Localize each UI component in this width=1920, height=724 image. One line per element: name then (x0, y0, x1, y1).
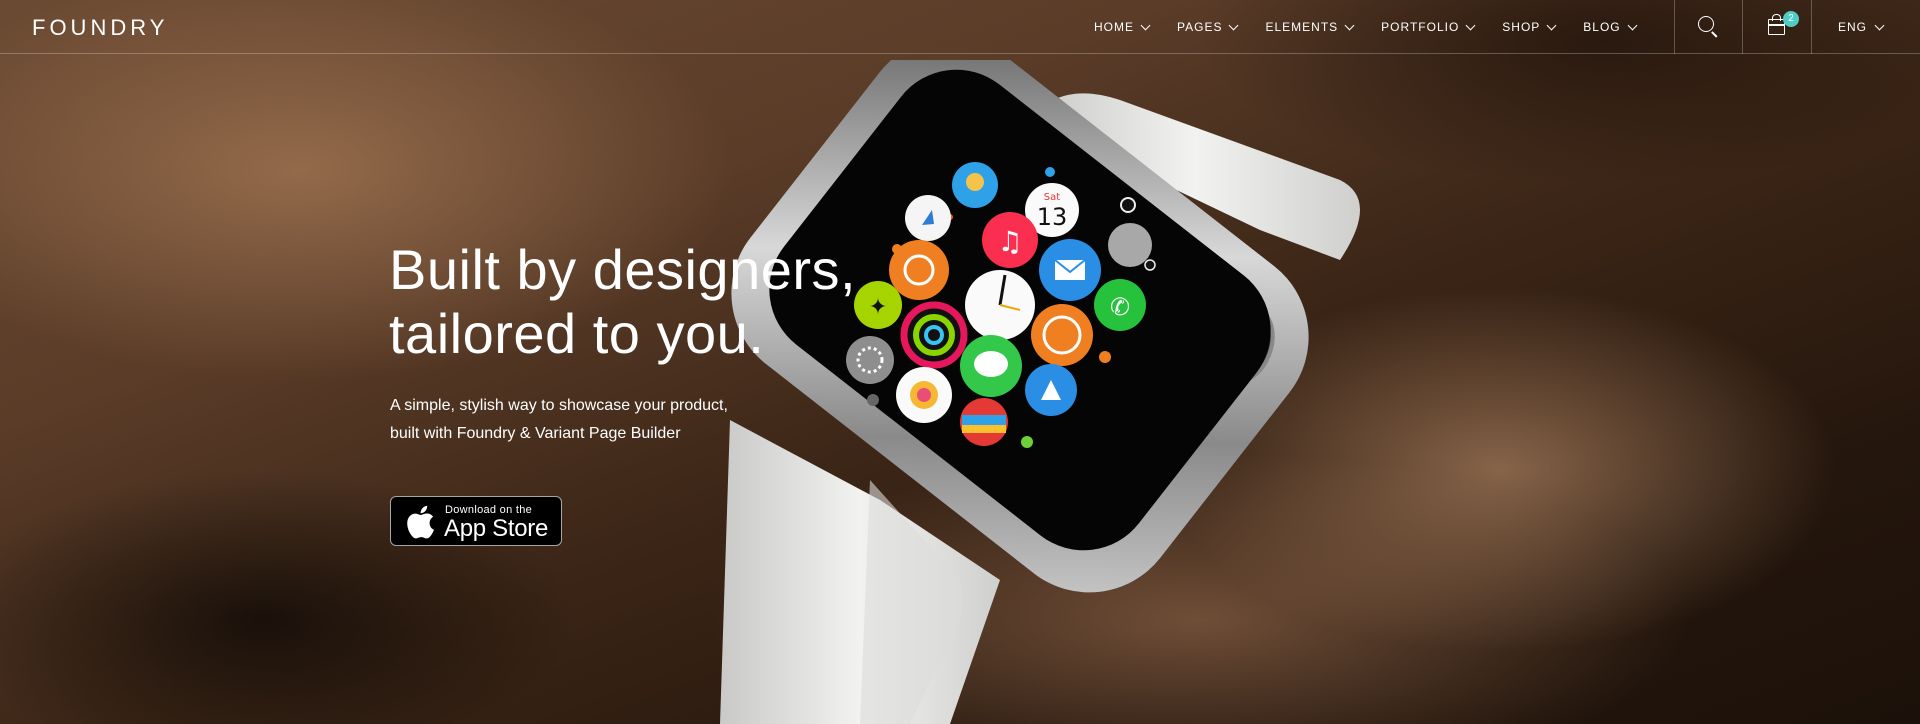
nav-item-label: HOME (1094, 20, 1134, 34)
search-button[interactable] (1674, 0, 1742, 54)
nav-item-home[interactable]: HOME (1094, 20, 1151, 34)
search-icon-handle (1711, 31, 1718, 38)
apple-logo-icon (407, 505, 434, 539)
hero-headline: Built by designers, tailored to you. (389, 238, 909, 366)
cart-count-badge: 2 (1783, 11, 1799, 27)
cart-button[interactable]: 2 (1743, 0, 1811, 54)
app-store-button[interactable]: Download on the App Store (390, 496, 562, 546)
nav-divider (1811, 0, 1812, 54)
nav-item-shop[interactable]: SHOP (1502, 20, 1557, 34)
chevron-down-icon (1229, 20, 1239, 30)
svg-text:13: 13 (1037, 203, 1068, 231)
nav-item-pages[interactable]: PAGES (1177, 20, 1239, 34)
hero-subtext: A simple, stylish way to showcase your p… (390, 392, 810, 448)
nav-item-label: PORTFOLIO (1381, 20, 1460, 34)
nav-item-label: BLOG (1583, 20, 1621, 34)
chevron-down-icon (1465, 20, 1476, 30)
chevron-down-icon (1344, 20, 1355, 30)
svg-text:♫: ♫ (997, 225, 1022, 258)
shopping-bag-icon-line (1768, 24, 1785, 26)
chevron-down-icon (1874, 20, 1885, 30)
headline-line-1: Built by designers, (389, 238, 857, 301)
main-menu: HOME PAGES ELEMENTS PORTFOLIO SHOP BLOG (1094, 0, 1664, 54)
chevron-down-icon (1627, 20, 1638, 30)
hero-section: Sat 13 ♫ ✦ ✆ FOUNDRY HOME PAGES ELEMENTS… (0, 0, 1920, 724)
language-label: ENG (1838, 20, 1868, 34)
chevron-down-icon (1140, 20, 1151, 30)
background-shadow (0, 420, 760, 724)
subtext-line-1: A simple, stylish way to showcase your p… (390, 397, 728, 414)
nav-item-portfolio[interactable]: PORTFOLIO (1381, 20, 1476, 34)
search-icon (1698, 16, 1714, 32)
svg-text:Sat: Sat (1044, 192, 1060, 203)
chevron-down-icon (1546, 20, 1557, 30)
nav-item-blog[interactable]: BLOG (1583, 20, 1638, 34)
svg-text:✆: ✆ (1110, 293, 1130, 321)
language-selector[interactable]: ENG (1838, 0, 1885, 54)
top-navigation: FOUNDRY HOME PAGES ELEMENTS PORTFOLIO SH… (0, 0, 1920, 54)
subtext-line-2: built with Foundry & Variant Page Builde… (390, 425, 681, 442)
app-store-big-label: App Store (444, 515, 549, 542)
nav-item-label: SHOP (1502, 20, 1541, 34)
nav-item-label: ELEMENTS (1265, 20, 1339, 34)
headline-line-2: tailored to you. (389, 302, 765, 365)
brand-logo[interactable]: FOUNDRY (32, 15, 168, 41)
nav-item-label: PAGES (1177, 20, 1223, 34)
nav-item-elements[interactable]: ELEMENTS (1265, 20, 1355, 34)
